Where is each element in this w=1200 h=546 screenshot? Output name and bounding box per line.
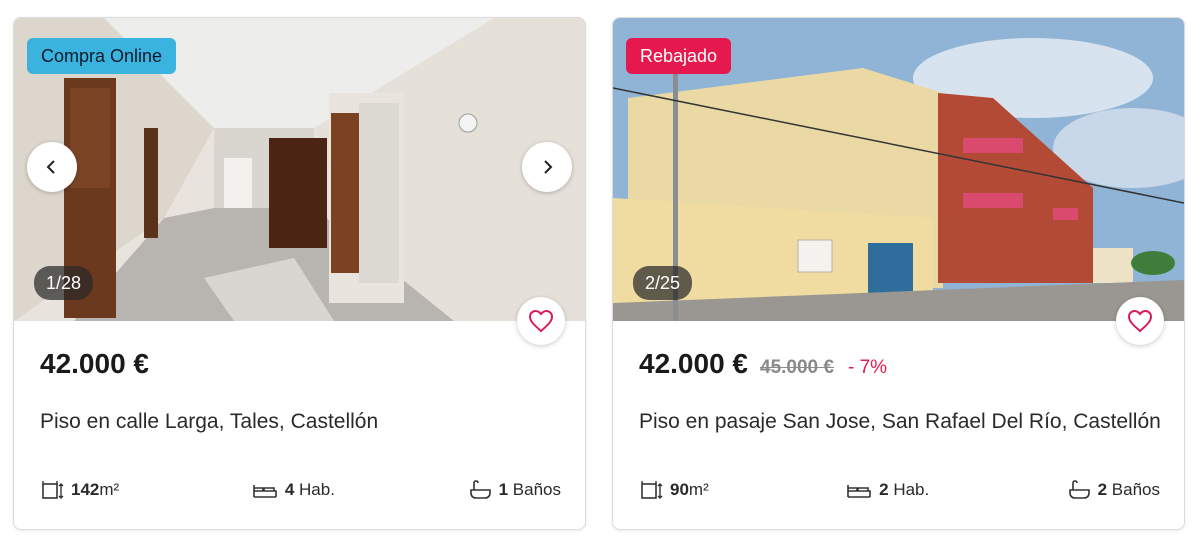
- bed-icon: [253, 485, 277, 498]
- next-photo-button[interactable]: [522, 142, 572, 192]
- online-purchase-tag: Compra Online: [27, 38, 177, 74]
- price: 42.000 €: [639, 348, 748, 379]
- rooms-label: Hab.: [299, 480, 335, 499]
- favorite-button[interactable]: [1116, 297, 1164, 345]
- previous-photo-button[interactable]: [27, 142, 77, 192]
- property-photo[interactable]: Compra Online 1/28: [14, 18, 585, 321]
- area-unit: m²: [688, 480, 709, 499]
- bathtub-icon: [469, 480, 491, 499]
- area-feature: 90m²: [639, 478, 709, 502]
- rooms-feature: 4 Hab.: [252, 479, 335, 501]
- bathtub-icon: [1068, 480, 1090, 499]
- property-photo[interactable]: Rebajado 2/25: [613, 18, 1184, 321]
- rooms-value: 2: [879, 480, 889, 499]
- area-feature: 142m²: [40, 478, 119, 502]
- chevron-right-icon: [544, 160, 553, 174]
- discount-percent: - 7%: [847, 357, 888, 378]
- discount-tag: Rebajado: [626, 38, 732, 74]
- heart-icon: [528, 309, 554, 333]
- bed-icon: [847, 485, 871, 498]
- property-title[interactable]: Piso en calle Larga, Tales, Castellón: [40, 410, 378, 434]
- rooms-value: 4: [284, 480, 295, 499]
- property-features: 142m² 4 Hab. 1 Baños: [40, 478, 561, 502]
- old-price: 45.000 €: [760, 357, 834, 378]
- property-features: 90m² 2 Hab. 2 Baños: [639, 478, 1160, 502]
- property-card[interactable]: Compra Online 1/28 42.000 € Piso en call…: [13, 17, 586, 530]
- area-icon: [42, 481, 64, 499]
- area-icon: [641, 481, 663, 499]
- baths-label: Baños: [512, 480, 561, 499]
- area-value: 142: [71, 480, 100, 499]
- price: 42.000 €: [40, 348, 149, 379]
- baths-feature: 2 Baños: [1067, 478, 1160, 502]
- property-title[interactable]: Piso en pasaje San Jose, San Rafael Del …: [639, 410, 1161, 434]
- photo-counter: 1/28: [34, 266, 94, 300]
- heart-icon: [1127, 309, 1153, 333]
- property-card[interactable]: Rebajado 2/25 42.000 € 45.000 € - 7% Pis…: [612, 17, 1185, 530]
- favorite-button[interactable]: [517, 297, 565, 345]
- rooms-feature: 2 Hab.: [846, 479, 929, 501]
- rooms-label: Hab.: [893, 480, 930, 499]
- area-value: 90: [670, 480, 689, 499]
- baths-feature: 1 Baños: [468, 478, 561, 502]
- baths-value: 2: [1097, 480, 1108, 499]
- baths-label: Baños: [1111, 480, 1160, 499]
- baths-value: 1: [498, 480, 509, 499]
- area-unit: m²: [99, 480, 120, 499]
- chevron-left-icon: [46, 160, 55, 174]
- photo-counter: 2/25: [633, 266, 693, 300]
